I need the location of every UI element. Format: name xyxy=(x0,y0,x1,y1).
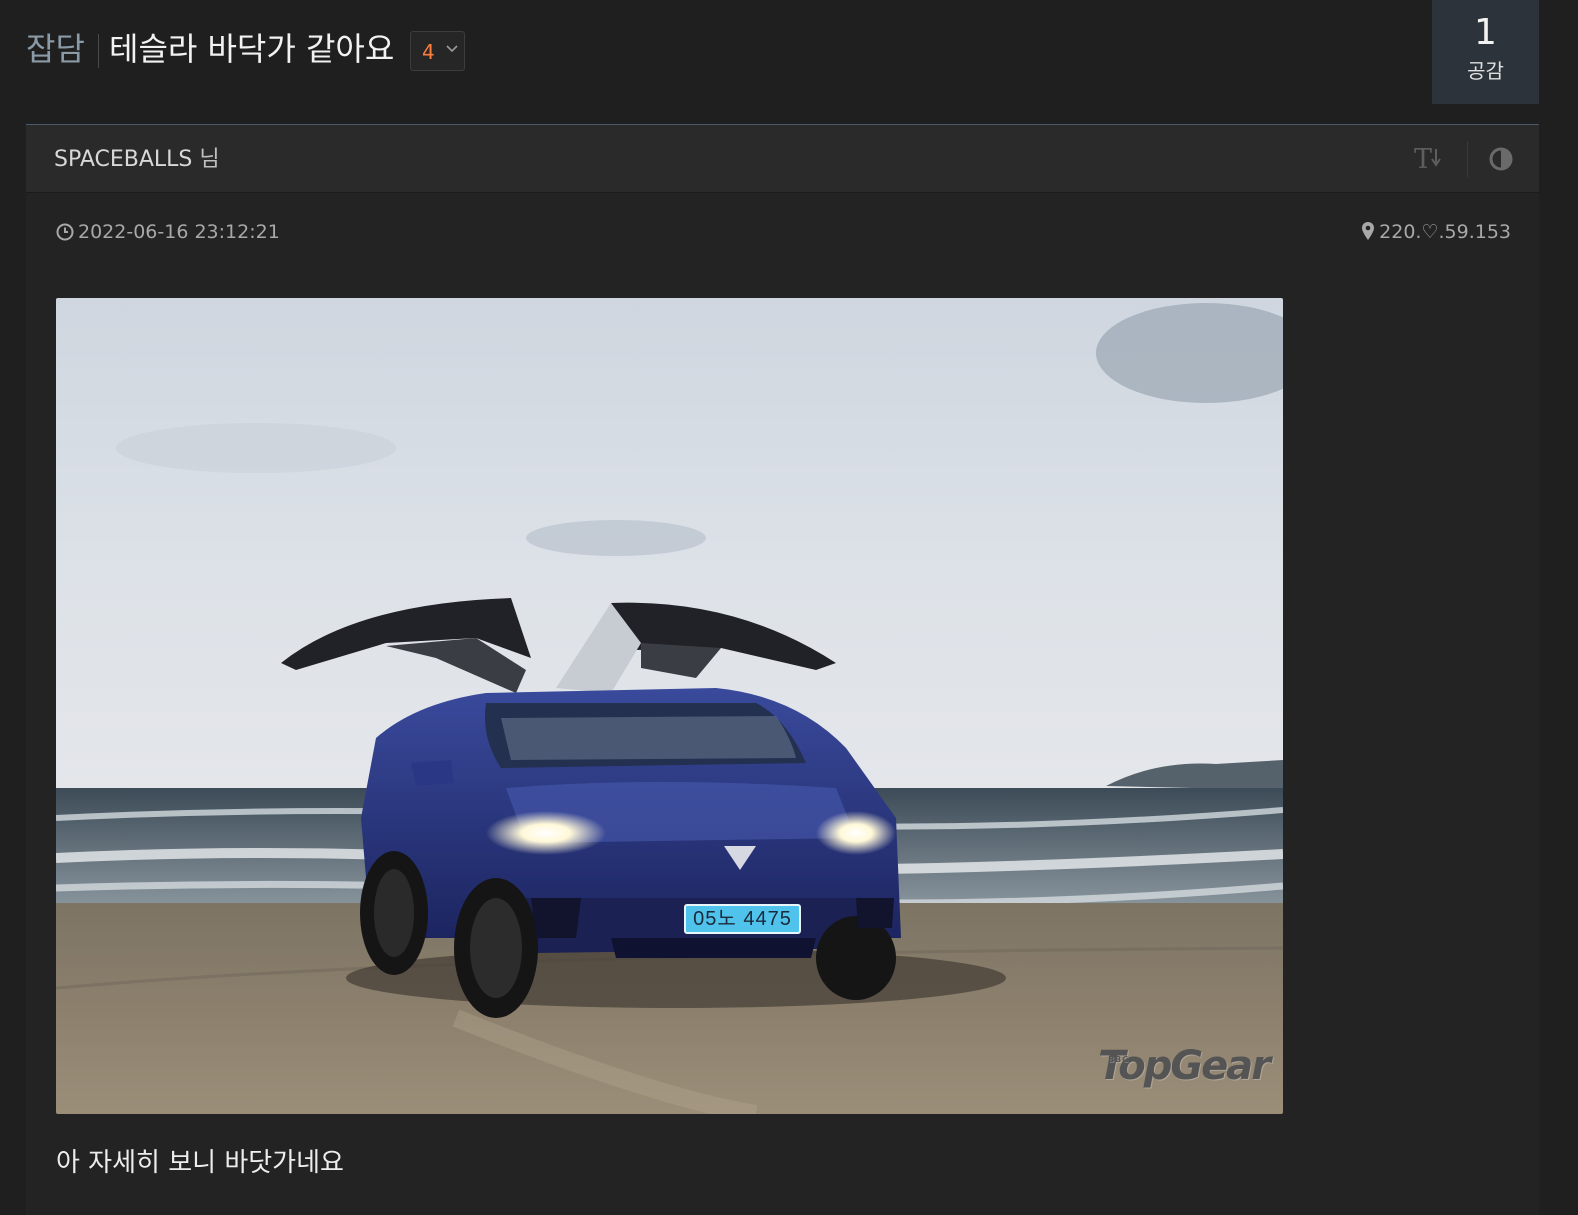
like-label: 공감 xyxy=(1467,59,1504,83)
post-datetime: 2022-06-16 23:12:21 xyxy=(56,219,280,245)
author-bar: SPACEBALLS 님 T xyxy=(26,125,1539,193)
author-nickname: SPACEBALLS xyxy=(54,147,193,172)
license-plate: 05노 4475 xyxy=(684,904,801,934)
post-header: 잡담 테슬라 바닥가 같아요 4 1 공감 xyxy=(0,0,1578,124)
toolbar-divider xyxy=(1467,141,1468,177)
comment-count: 4 xyxy=(422,40,435,64)
post-body-text: 아 자세히 보니 바닷가네요 xyxy=(56,1148,344,1178)
map-pin-icon xyxy=(1362,222,1375,240)
post-meta: 2022-06-16 23:12:21 220.♡.59.153 xyxy=(26,213,1539,253)
topgear-watermark: BBC TopGear xyxy=(1098,1044,1271,1088)
chevron-down-icon xyxy=(446,45,458,53)
post-image[interactable]: 05노 4475 BBC TopGear xyxy=(56,298,1283,1114)
text-size-icon[interactable]: T xyxy=(1412,141,1448,177)
post-ip: 220.♡.59.153 xyxy=(1361,219,1511,245)
comment-count-button[interactable]: 4 xyxy=(410,31,465,71)
tesla-beach-photo xyxy=(56,298,1283,1114)
like-button[interactable]: 1 공감 xyxy=(1432,0,1539,104)
post-title: 테슬라 바닥가 같아요 xyxy=(109,30,395,68)
ip-text: 220.♡.59.153 xyxy=(1379,221,1511,243)
svg-text:T: T xyxy=(1414,144,1432,175)
title-divider xyxy=(98,34,99,68)
category-link[interactable]: 잡담 xyxy=(26,26,85,72)
contrast-icon[interactable] xyxy=(1486,144,1516,174)
author-name[interactable]: SPACEBALLS 님 xyxy=(54,145,220,175)
post-card: SPACEBALLS 님 T 2022-06-16 23:12:21 220.♡… xyxy=(26,124,1539,1215)
datetime-text: 2022-06-16 23:12:21 xyxy=(78,221,280,243)
author-suffix: 님 xyxy=(192,147,220,172)
watermark-small: BBC xyxy=(1108,1055,1130,1064)
like-count: 1 xyxy=(1474,12,1497,53)
clock-icon xyxy=(56,223,74,241)
